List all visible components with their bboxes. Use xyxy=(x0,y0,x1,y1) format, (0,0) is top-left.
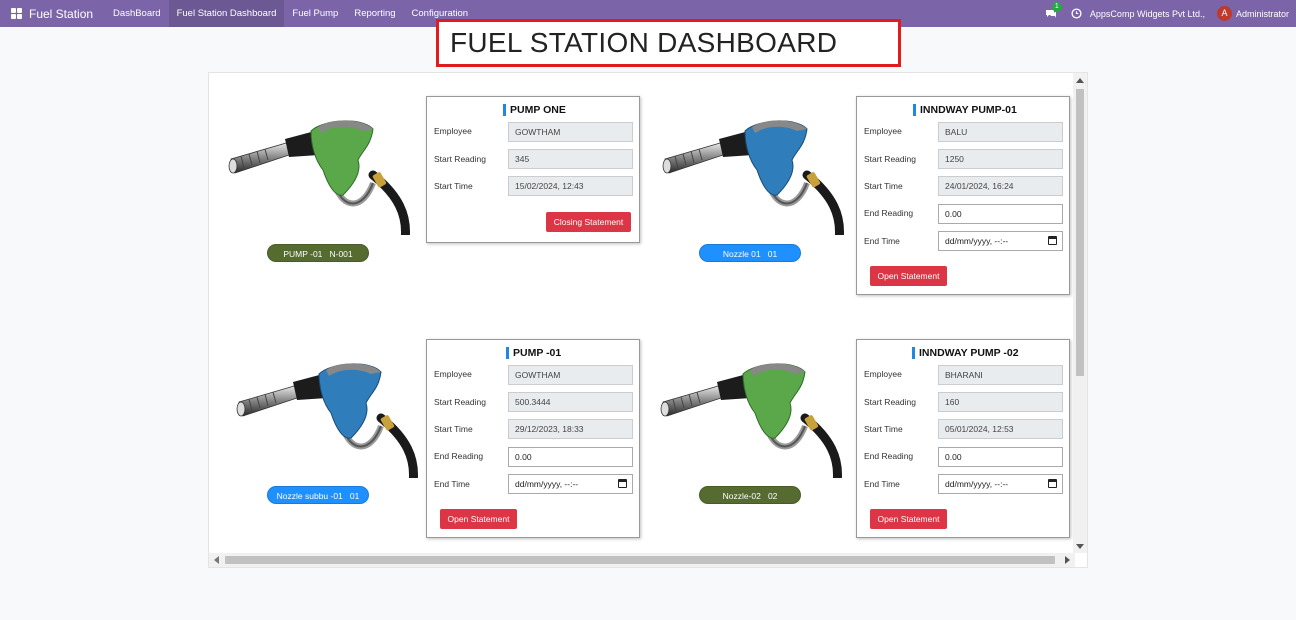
calendar-icon[interactable] xyxy=(1048,479,1057,488)
start-reading-label: Start Reading xyxy=(864,397,916,407)
clock-icon[interactable] xyxy=(1071,8,1082,19)
horizontal-scrollbar[interactable] xyxy=(209,553,1075,567)
end-time-placeholder: dd/mm/yyyy, --:-- xyxy=(945,236,1009,246)
open-statement-button[interactable]: Open Statement xyxy=(870,509,947,529)
employee-label: Employee xyxy=(864,369,902,379)
start-time-field: 24/01/2024, 16:24 xyxy=(938,176,1063,196)
chat-badge: 1 xyxy=(1051,1,1062,12)
scroll-down-icon[interactable] xyxy=(1076,544,1084,549)
closing-statement-button[interactable]: Closing Statement xyxy=(546,212,631,232)
nav-fuel-station-dashboard[interactable]: Fuel Station Dashboard xyxy=(168,0,285,27)
app-brand[interactable]: Fuel Station xyxy=(29,7,93,21)
vertical-scrollbar[interactable] xyxy=(1073,73,1087,553)
start-reading-field: 345 xyxy=(508,149,633,169)
nozzle-label-0: PUMP -01 N-001 xyxy=(267,244,369,262)
start-time-field: 29/12/2023, 18:33 xyxy=(508,419,633,439)
end-reading-label: End Reading xyxy=(434,451,484,461)
open-statement-button[interactable]: Open Statement xyxy=(440,509,517,529)
start-reading-field: 1250 xyxy=(938,149,1063,169)
end-time-placeholder: dd/mm/yyyy, --:-- xyxy=(515,479,579,489)
scroll-left-icon[interactable] xyxy=(214,556,219,564)
start-reading-label: Start Reading xyxy=(434,154,486,164)
blue-nozzle-icon xyxy=(231,363,421,478)
avatar[interactable]: A xyxy=(1216,6,1232,21)
end-time-input[interactable]: dd/mm/yyyy, --:-- xyxy=(508,474,633,494)
employee-label: Employee xyxy=(434,369,472,379)
dashboard-panel: PUMP -01 N-001 PUMP ONE Employee GOWTHAM… xyxy=(208,72,1088,568)
start-time-label: Start Time xyxy=(434,424,473,434)
end-time-input[interactable]: dd/mm/yyyy, --:-- xyxy=(938,474,1063,494)
end-time-label: End Time xyxy=(864,236,900,246)
end-reading-label: End Reading xyxy=(864,451,914,461)
end-time-placeholder: dd/mm/yyyy, --:-- xyxy=(945,479,1009,489)
horizontal-scroll-thumb[interactable] xyxy=(225,556,1055,564)
green-nozzle-icon xyxy=(655,363,845,478)
pump-card-3: INNDWAY PUMP -02 Employee BHARANI Start … xyxy=(856,339,1070,538)
end-reading-input[interactable]: 0.00 xyxy=(508,447,633,467)
start-reading-label: Start Reading xyxy=(864,154,916,164)
nav-fuel-pump[interactable]: Fuel Pump xyxy=(284,0,346,27)
blue-nozzle-icon xyxy=(657,120,847,235)
open-statement-button[interactable]: Open Statement xyxy=(870,266,947,286)
page-title-box: FUEL STATION DASHBOARD xyxy=(436,19,901,67)
nozzle-label-1: Nozzle 01 01 xyxy=(699,244,801,262)
pump-card-0: PUMP ONE Employee GOWTHAM Start Reading … xyxy=(426,96,640,243)
employee-label: Employee xyxy=(864,126,902,136)
scroll-right-icon[interactable] xyxy=(1065,556,1070,564)
card-title: INNDWAY PUMP -02 xyxy=(912,347,1019,359)
company-switcher[interactable]: AppsComp Widgets Pvt Ltd., xyxy=(1090,9,1205,19)
start-time-label: Start Time xyxy=(864,181,903,191)
nozzle-label-3: Nozzle-02 02 xyxy=(699,486,801,504)
start-reading-field: 500.3444 xyxy=(508,392,633,412)
vertical-scroll-thumb[interactable] xyxy=(1076,89,1084,376)
start-time-field: 15/02/2024, 12:43 xyxy=(508,176,633,196)
end-time-label: End Time xyxy=(434,479,470,489)
calendar-icon[interactable] xyxy=(618,479,627,488)
card-title: PUMP ONE xyxy=(503,104,566,116)
end-time-label: End Time xyxy=(864,479,900,489)
employee-field: GOWTHAM xyxy=(508,122,633,142)
employee-field: GOWTHAM xyxy=(508,365,633,385)
end-reading-input[interactable]: 0.00 xyxy=(938,447,1063,467)
green-nozzle-icon xyxy=(223,120,413,235)
apps-menu-icon[interactable] xyxy=(11,8,22,19)
pump-card-2: PUMP -01 Employee GOWTHAM Start Reading … xyxy=(426,339,640,538)
pump-card-1: INNDWAY PUMP-01 Employee BALU Start Read… xyxy=(856,96,1070,295)
nozzle-label-2: Nozzle subbu -01 01 xyxy=(267,486,369,504)
chat-icon[interactable]: 1 xyxy=(1045,1,1062,19)
end-reading-label: End Reading xyxy=(864,208,914,218)
scroll-up-icon[interactable] xyxy=(1076,78,1084,83)
nav-dashboard[interactable]: DashBoard xyxy=(105,0,169,27)
calendar-icon[interactable] xyxy=(1048,236,1057,245)
start-reading-field: 160 xyxy=(938,392,1063,412)
start-time-field: 05/01/2024, 12:53 xyxy=(938,419,1063,439)
employee-field: BHARANI xyxy=(938,365,1063,385)
user-menu[interactable]: Administrator xyxy=(1236,9,1289,19)
start-time-label: Start Time xyxy=(864,424,903,434)
end-reading-input[interactable]: 0.00 xyxy=(938,204,1063,224)
card-title: PUMP -01 xyxy=(506,347,561,359)
nav-reporting[interactable]: Reporting xyxy=(346,0,403,27)
start-reading-label: Start Reading xyxy=(434,397,486,407)
start-time-label: Start Time xyxy=(434,181,473,191)
card-title: INNDWAY PUMP-01 xyxy=(913,104,1017,116)
page-title: FUEL STATION DASHBOARD xyxy=(450,27,838,58)
end-time-input[interactable]: dd/mm/yyyy, --:-- xyxy=(938,231,1063,251)
employee-field: BALU xyxy=(938,122,1063,142)
employee-label: Employee xyxy=(434,126,472,136)
